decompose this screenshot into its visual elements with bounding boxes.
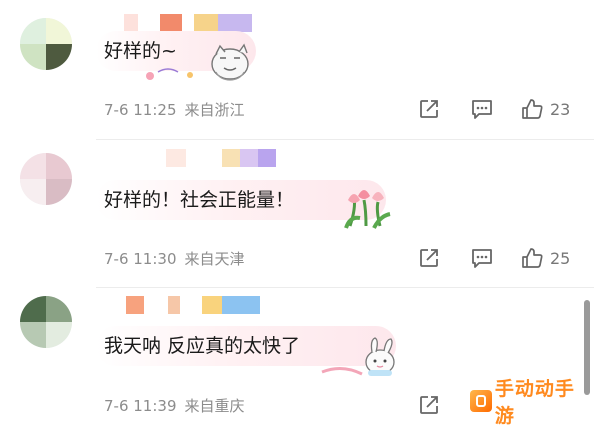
cat-sticker-icon (146, 43, 249, 81)
like-count: 25 (550, 248, 571, 268)
share-icon (420, 100, 438, 118)
avatar-pixel (20, 322, 46, 348)
avatar-pixel (46, 18, 72, 44)
comment-location: 来自浙江 (184, 101, 245, 119)
username-redacted[interactable] (166, 149, 276, 167)
comment-meta: 7-6 11:30 来自天津 (104, 248, 245, 269)
like-button[interactable]: 25 (520, 247, 570, 269)
avatar-pixel (46, 179, 72, 205)
username-redacted[interactable] (124, 14, 252, 32)
avatar-pixel (20, 153, 46, 179)
comment-button[interactable] (470, 247, 494, 269)
comment-date: 7-6 11:39 (104, 397, 177, 415)
avatar[interactable] (20, 18, 72, 70)
comment-item: 好样的~ 7-6 11:25 来自浙江 23 (0, 0, 594, 140)
like-count: 23 (550, 99, 571, 119)
share-button[interactable] (418, 98, 440, 120)
comment-location: 来自天津 (184, 250, 245, 268)
avatar-pixel (20, 44, 46, 70)
like-button[interactable]: 23 (520, 98, 570, 120)
comment-text: 好样的！社会正能量！ (104, 189, 295, 211)
avatar-pixel (46, 296, 72, 322)
comment-date: 7-6 11:25 (104, 101, 177, 119)
tulip-sticker-icon (344, 190, 391, 229)
avatar[interactable] (20, 153, 72, 205)
avatar-pixel (46, 44, 72, 70)
avatar-pixel (20, 18, 46, 44)
comment-date: 7-6 11:30 (104, 250, 177, 268)
comment-icon (472, 249, 492, 268)
share-button[interactable] (418, 394, 440, 416)
comment-location: 来自重庆 (184, 397, 245, 415)
comment-meta: 7-6 11:25 来自浙江 (104, 99, 245, 120)
share-icon (420, 249, 438, 267)
thumbs-up-icon (522, 99, 543, 119)
comment-meta: 7-6 11:39 来自重庆 (104, 395, 245, 416)
share-icon (420, 396, 438, 414)
avatar-pixel (46, 153, 72, 179)
avatar[interactable] (20, 296, 72, 348)
comment-item: 好样的！社会正能量！ 7-6 11:30 来自天津 25 (0, 140, 594, 288)
share-button[interactable] (418, 247, 440, 269)
comment-icon (472, 100, 492, 119)
avatar-pixel (46, 322, 72, 348)
watermark: 手动动手游 (470, 378, 594, 427)
thumbs-up-icon (522, 248, 543, 268)
username-redacted[interactable] (126, 296, 260, 314)
comment-text: 我天呐 反应真的太快了 (104, 335, 301, 357)
watermark-logo-icon (470, 390, 492, 412)
comment-button[interactable] (470, 98, 494, 120)
avatar-pixel (20, 179, 46, 205)
avatar-pixel (20, 296, 46, 322)
bunny-sticker-icon (321, 337, 395, 376)
